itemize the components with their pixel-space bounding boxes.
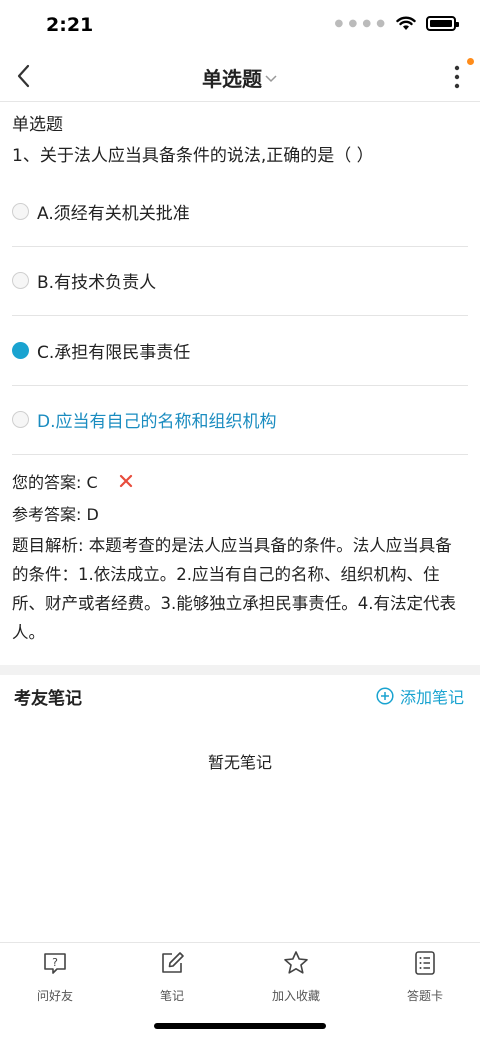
tab-label: 答题卡 <box>406 989 443 1003</box>
page-title[interactable]: 单选题 <box>0 63 480 92</box>
option-label-correct: D.应当有自己的名称和组织机构 <box>37 412 277 433</box>
option-d[interactable]: D.应当有自己的名称和组织机构 <box>12 386 468 455</box>
plus-circle-icon <box>376 687 394 705</box>
status-icons: ● ● ● ● <box>334 16 459 31</box>
chevron-down-icon <box>265 74 277 82</box>
home-indicator <box>154 1023 326 1029</box>
signal-icon: ● ● ● ● <box>334 18 386 29</box>
options-list: A.须经有关机关批准 B.有技术负责人 C.承担有限民事责任 D.应当有自己的名… <box>0 177 480 455</box>
status-time: 2:21 <box>46 14 94 36</box>
star-icon <box>284 951 308 974</box>
more-vertical-icon[interactable] <box>452 64 462 90</box>
page-title-text: 单选题 <box>202 67 262 91</box>
add-note-label: 添加笔记 <box>399 688 464 707</box>
nav-bar: 单选题 <box>0 50 480 102</box>
option-label: B.有技术负责人 <box>37 273 157 294</box>
radio-icon[interactable] <box>12 411 29 429</box>
tab-ask-friend[interactable]: ? 问好友 <box>0 949 110 1004</box>
tab-label: 问好友 <box>36 989 73 1003</box>
wifi-icon <box>396 16 416 30</box>
your-answer-text: 您的答案: C <box>12 473 98 492</box>
option-c[interactable]: C.承担有限民事责任 <box>12 316 468 386</box>
reference-answer: 参考答案: D <box>12 505 99 524</box>
your-answer: 您的答案: C <box>12 465 468 497</box>
empty-notes-text: 暂无笔记 <box>207 753 272 772</box>
tab-favorite[interactable]: 加入收藏 <box>241 949 351 1004</box>
tab-label: 笔记 <box>159 989 184 1003</box>
notes-header: 考友笔记 添加笔记 <box>0 675 480 715</box>
question-stem: 1、关于法人应当具备条件的说法,正确的是（ ） <box>12 146 374 166</box>
option-b[interactable]: B.有技术负责人 <box>12 247 468 316</box>
tab-notes[interactable]: 笔记 <box>117 949 227 1004</box>
answer-block: 您的答案: C 参考答案: D 题目解析: 本题考查的是法人应当具备的条件。法人… <box>0 455 480 647</box>
wrong-mark-icon <box>119 474 132 488</box>
answer-analysis: 题目解析: 本题考查的是法人应当具备的条件。法人应当具备的条件：1.依法成立。2… <box>12 536 456 642</box>
answer-sheet-icon <box>415 951 435 975</box>
radio-icon[interactable] <box>12 202 29 220</box>
section-divider <box>0 665 480 675</box>
tab-label: 加入收藏 <box>271 989 320 1003</box>
status-bar: 2:21 ● ● ● ● <box>0 0 480 50</box>
notification-dot <box>467 58 474 65</box>
question-content: 单选题 1、关于法人应当具备条件的说法,正确的是（ ） A.须经有关机关批准 B… <box>0 103 480 647</box>
tab-answer-sheet[interactable]: 答题卡 <box>370 949 480 1004</box>
option-label: C.承担有限民事责任 <box>37 342 191 363</box>
question-type: 单选题 <box>12 115 63 135</box>
radio-selected-icon[interactable] <box>12 341 29 359</box>
notes-title: 考友笔记 <box>14 689 82 709</box>
battery-icon <box>426 16 459 31</box>
option-label: A.须经有关机关批准 <box>37 203 190 224</box>
bottom-tab-bar: ? 问好友 笔记 加入收藏 答题卡 <box>0 942 480 1039</box>
svg-text:?: ? <box>52 956 58 969</box>
option-a[interactable]: A.须经有关机关批准 <box>12 177 468 247</box>
question-bubble-icon: ? <box>44 953 66 974</box>
add-note-button[interactable]: 添加笔记 <box>376 684 464 708</box>
edit-note-icon <box>162 952 184 973</box>
radio-icon[interactable] <box>12 272 29 290</box>
